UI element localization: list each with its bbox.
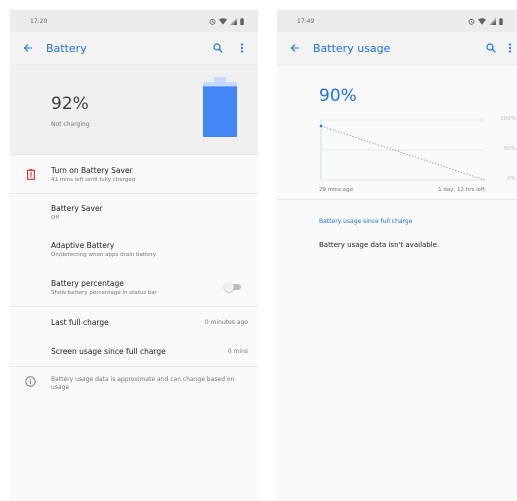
back-button[interactable] xyxy=(277,32,313,64)
adaptive-battery-subtitle: On/detecting when apps drain battery xyxy=(51,251,157,258)
info-note-text: Battery usage data is approximate and ca… xyxy=(51,376,235,391)
battery-saver-title: Battery Saver xyxy=(51,203,103,213)
app-bar: Battery usage xyxy=(277,32,517,65)
status-bar: 17:49 xyxy=(277,10,517,32)
battery-percentage-item[interactable]: Battery percentage Show battery percenta… xyxy=(10,268,258,306)
alarm-icon xyxy=(468,18,475,25)
search-icon xyxy=(486,43,496,53)
divider xyxy=(277,199,517,200)
usage-battery-percent: 90% xyxy=(319,86,357,106)
adaptive-battery-item[interactable]: Adaptive Battery On/detecting when apps … xyxy=(10,230,258,268)
status-icons xyxy=(209,17,244,25)
more-vert-icon xyxy=(508,43,512,53)
battery-fill xyxy=(203,86,237,137)
back-button[interactable] xyxy=(10,32,46,64)
battery-header: 92% Not charging xyxy=(10,65,258,155)
info-note-row: Battery usage data is approximate and ca… xyxy=(10,367,258,392)
wifi-icon xyxy=(219,17,227,25)
battery-saver-item[interactable]: Battery Saver Off xyxy=(10,194,258,230)
usage-section-text: Battery usage data isn't available. xyxy=(319,241,440,249)
more-options-button[interactable] xyxy=(503,32,517,64)
chart-y-tick-label: 50% xyxy=(503,146,516,152)
battery-status-icon xyxy=(240,17,244,25)
alarm-icon xyxy=(209,18,216,25)
toggle-thumb xyxy=(224,282,234,292)
chart-y-tick-label: 0% xyxy=(507,176,516,182)
page-title: Battery usage xyxy=(313,41,391,55)
last-full-charge-value: 0 minutes ago xyxy=(204,318,248,326)
last-full-charge-row: Last full charge 0 minutes ago xyxy=(10,307,258,337)
app-bar: Battery xyxy=(10,32,258,65)
search-button[interactable] xyxy=(206,32,230,64)
adaptive-battery-title: Adaptive Battery xyxy=(51,240,115,250)
charging-status: Not charging xyxy=(51,121,90,128)
battery-percent: 92% xyxy=(51,94,89,114)
search-button[interactable] xyxy=(479,32,503,64)
battery-saver-suggestion[interactable]: Turn on Battery Saver 41 mins left until… xyxy=(10,155,258,193)
chart-x-end-label: 1 day, 12 hrs left xyxy=(438,187,485,193)
arrow-back-icon xyxy=(290,44,299,52)
battery-usage-screen: 17:49 Battery usage 90% 29 mins ago 1 da… xyxy=(277,10,517,501)
status-time: 17:20 xyxy=(30,17,48,25)
signal-icon xyxy=(489,17,496,25)
usage-section-title: Battery usage since full charge xyxy=(319,218,413,225)
screen-usage-row: Screen usage since full charge 0 mins xyxy=(10,337,258,366)
battery-saver-subtitle: Off xyxy=(51,214,60,221)
chart-x-start-label: 29 mins ago xyxy=(319,187,353,193)
battery-usage-chart xyxy=(319,119,486,181)
wifi-icon xyxy=(478,17,486,25)
info-icon xyxy=(25,376,36,387)
search-icon xyxy=(213,43,223,53)
chart-y-tick-label: 100% xyxy=(500,116,516,122)
status-icons xyxy=(468,17,503,25)
status-time: 17:49 xyxy=(297,17,315,25)
battery-settings-screen: 17:20 Battery 92% Not charging Turn on B… xyxy=(10,10,258,501)
arrow-back-icon xyxy=(23,44,32,52)
battery-level-icon xyxy=(203,77,237,137)
status-bar: 17:20 xyxy=(10,10,258,32)
battery-status-icon xyxy=(499,17,503,25)
chart-projection-line xyxy=(320,125,486,181)
more-vert-icon xyxy=(240,43,244,53)
page-title: Battery xyxy=(46,41,87,55)
saver-suggestion-subtitle: 41 mins left until fully charged xyxy=(51,176,136,183)
battery-percentage-toggle[interactable] xyxy=(224,282,242,292)
battery-alert-icon xyxy=(26,168,35,180)
chart-current-point xyxy=(319,124,323,128)
signal-icon xyxy=(230,17,237,25)
more-options-button[interactable] xyxy=(230,32,254,64)
screen-usage-value: 0 mins xyxy=(227,348,248,355)
saver-suggestion-title: Turn on Battery Saver xyxy=(51,165,133,175)
